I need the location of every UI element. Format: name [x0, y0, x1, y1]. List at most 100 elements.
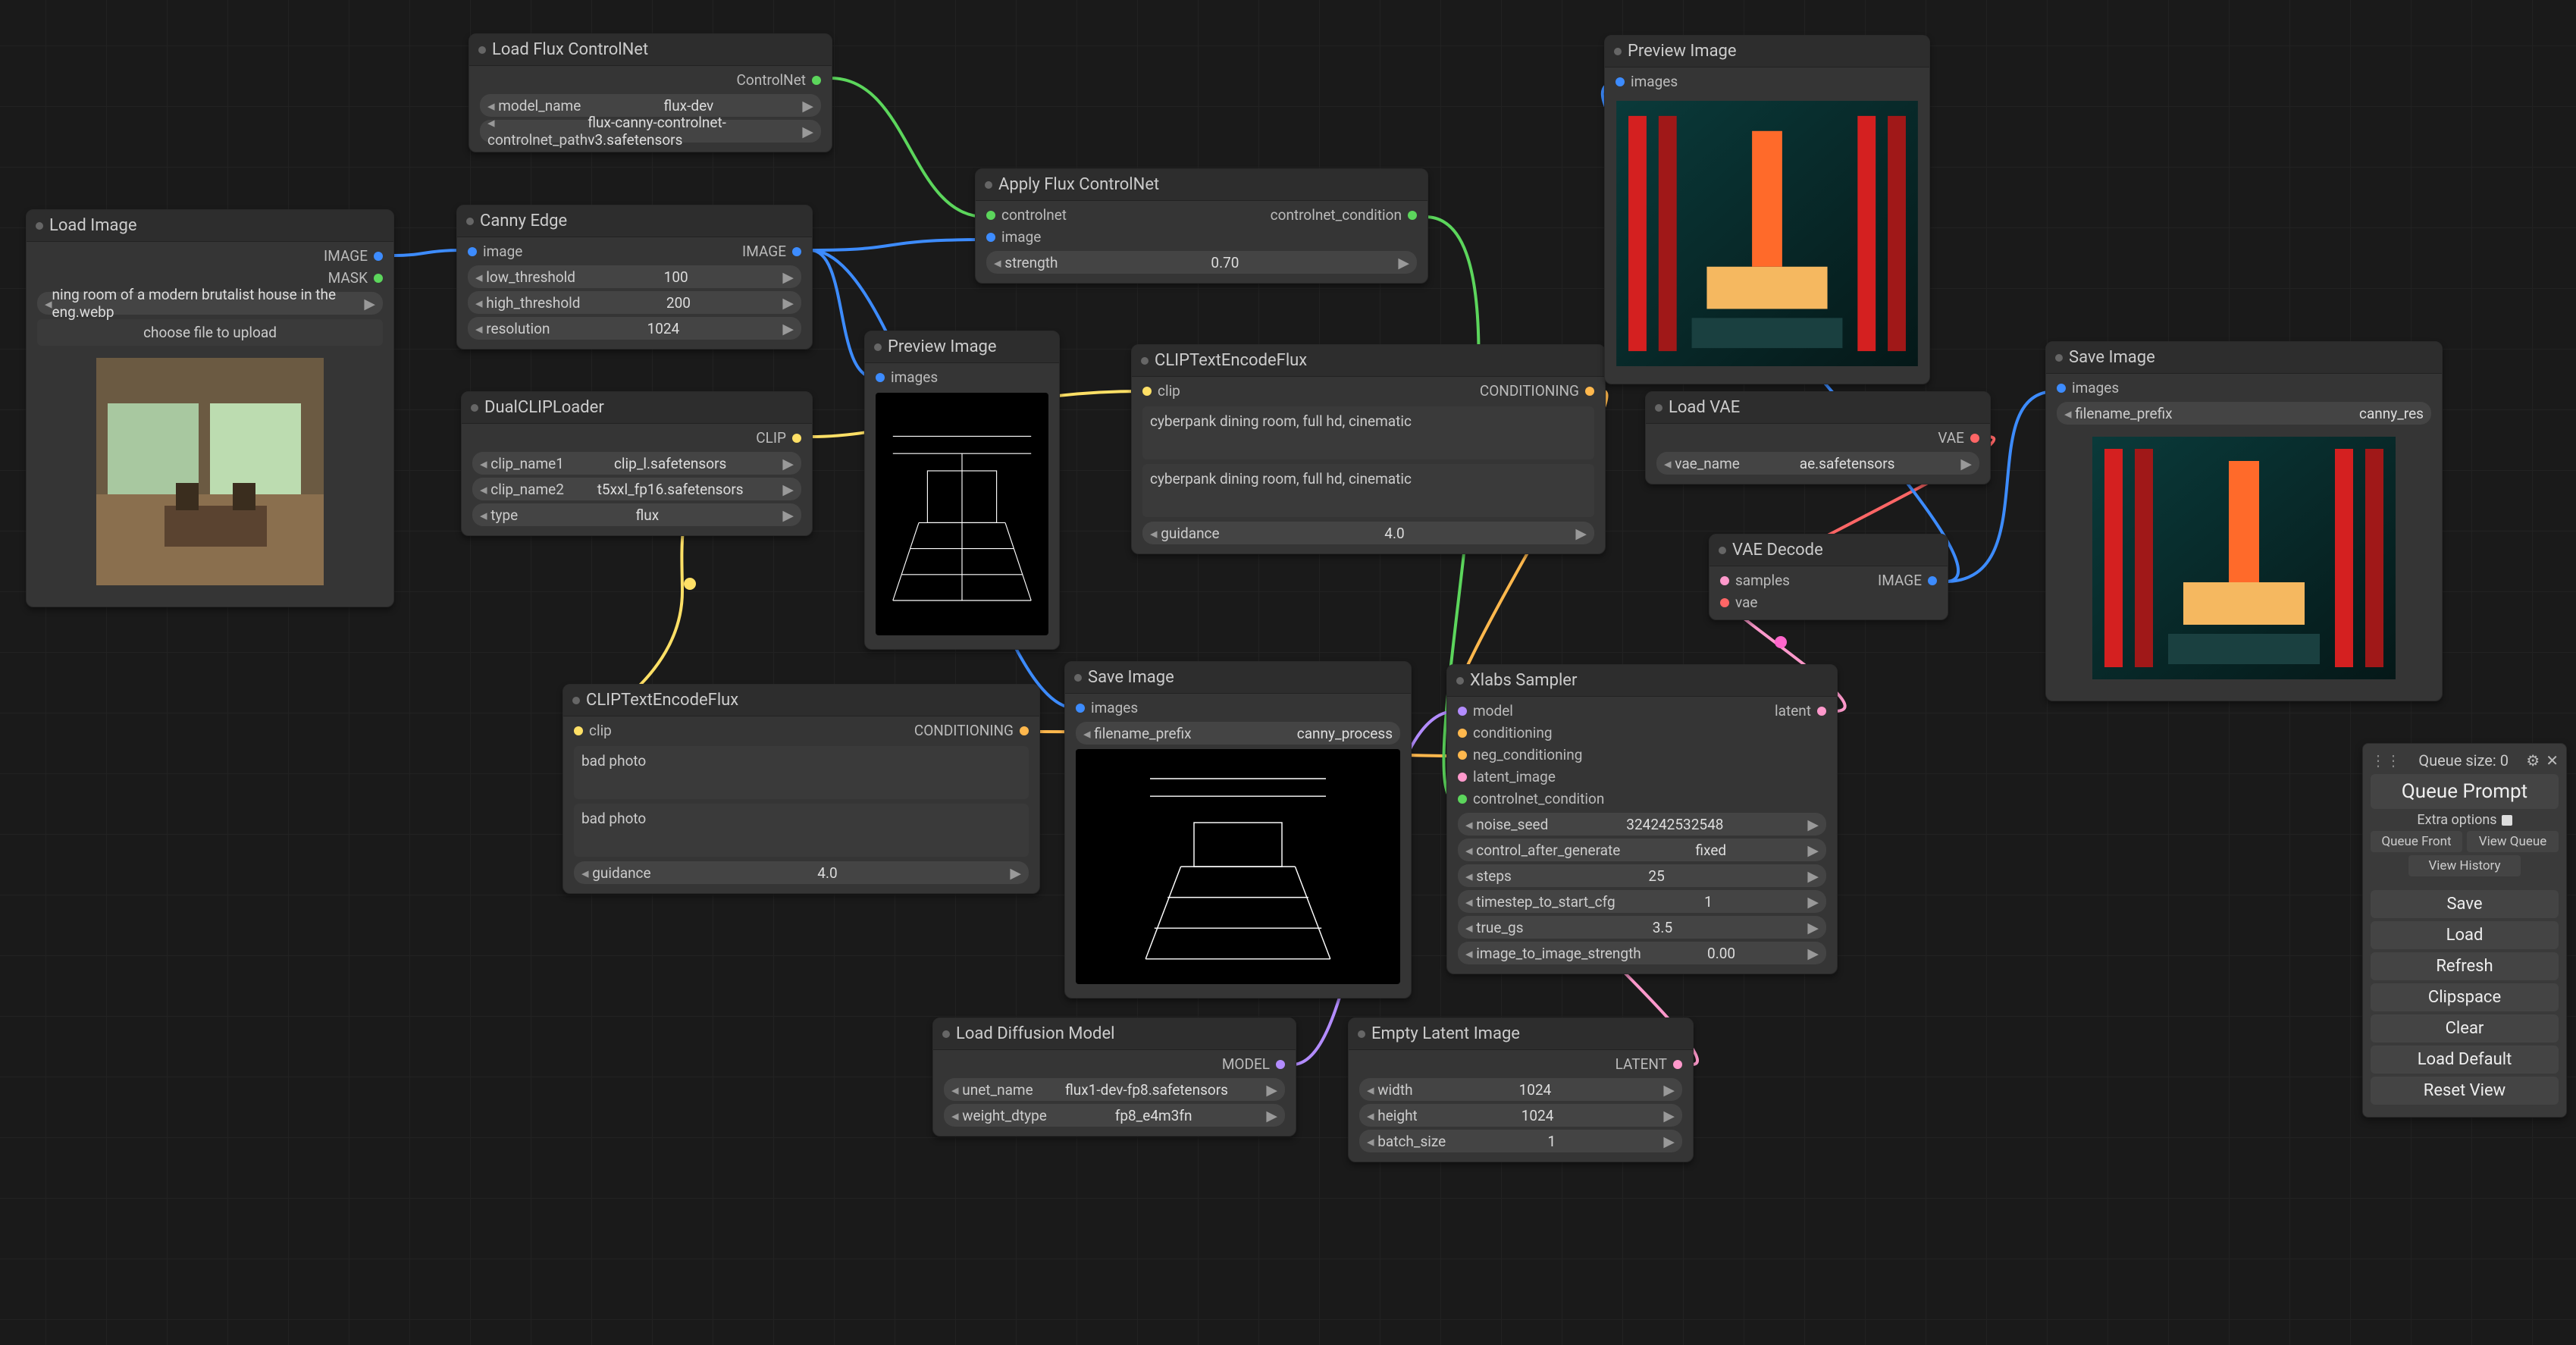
- widget-width[interactable]: width1024▶: [1359, 1078, 1682, 1101]
- clear-button[interactable]: Clear: [2371, 1014, 2559, 1042]
- widget-timestep-start[interactable]: timestep_to_start_cfg1▶: [1458, 890, 1826, 913]
- node-header[interactable]: CLIPTextEncodeFlux: [563, 685, 1039, 716]
- close-icon[interactable]: ✕: [2546, 751, 2559, 770]
- gear-icon[interactable]: ⚙: [2526, 751, 2540, 770]
- node-header[interactable]: Empty Latent Image: [1349, 1018, 1693, 1050]
- widget-weight-dtype[interactable]: weight_dtypefp8_e4m3fn▶: [944, 1104, 1285, 1127]
- node-header[interactable]: Preview Image: [1605, 36, 1929, 67]
- port-output-image[interactable]: [374, 252, 383, 261]
- port-output-image[interactable]: [1928, 576, 1937, 585]
- node-header[interactable]: Save Image: [2046, 342, 2442, 374]
- node-header[interactable]: Save Image: [1065, 662, 1411, 694]
- node-header[interactable]: Xlabs Sampler: [1447, 665, 1837, 697]
- node-header[interactable]: Load Flux ControlNet: [469, 34, 832, 66]
- node-save-image-canny[interactable]: Save Image images filename_prefixcanny_p…: [1064, 661, 1412, 999]
- widget-steps[interactable]: steps25▶: [1458, 864, 1826, 887]
- port-input-vae[interactable]: [1720, 598, 1729, 607]
- node-vae-decode[interactable]: VAE Decode samplesIMAGE vae: [1709, 534, 1948, 620]
- widget-true-gs[interactable]: true_gs3.5▶: [1458, 916, 1826, 939]
- widget-type[interactable]: typeflux▶: [472, 503, 801, 526]
- node-load-flux-controlnet[interactable]: Load Flux ControlNet ControlNet model_na…: [469, 33, 832, 152]
- widget-vae-name[interactable]: vae_nameae.safetensors▶: [1656, 452, 1979, 475]
- port-output-image[interactable]: [792, 247, 801, 256]
- upload-button[interactable]: choose file to upload: [37, 319, 383, 346]
- widget-resolution[interactable]: resolution1024▶: [468, 317, 801, 340]
- port-input-samples[interactable]: [1720, 576, 1729, 585]
- refresh-button[interactable]: Refresh: [2371, 952, 2559, 980]
- reset-view-button[interactable]: Reset View: [2371, 1077, 2559, 1105]
- widget-guidance[interactable]: guidance4.0▶: [1142, 522, 1594, 544]
- node-load-diffusion-model[interactable]: Load Diffusion Model MODEL unet_nameflux…: [932, 1017, 1296, 1137]
- port-output-conditioning[interactable]: [1585, 387, 1594, 396]
- widget-guidance[interactable]: guidance4.0▶: [574, 861, 1029, 884]
- text-neg-2[interactable]: bad photo: [574, 804, 1029, 857]
- node-xlabs-sampler[interactable]: Xlabs Sampler modellatent conditioning n…: [1446, 664, 1838, 974]
- widget-i2i-strength[interactable]: image_to_image_strength0.00▶: [1458, 942, 1826, 964]
- port-input-model[interactable]: [1458, 707, 1467, 716]
- port-input-images[interactable]: [2057, 384, 2066, 393]
- port-output-conditioning[interactable]: [1020, 726, 1029, 735]
- extra-options-checkbox[interactable]: [2502, 815, 2512, 826]
- widget-controlnet-path[interactable]: controlnet_pathflux-canny-controlnet-v3.…: [480, 120, 821, 143]
- view-history-button[interactable]: View History: [2408, 855, 2521, 876]
- widget-filename-prefix[interactable]: filename_prefixcanny_res: [2057, 402, 2431, 425]
- node-header[interactable]: Load Diffusion Model: [933, 1018, 1296, 1050]
- clipspace-button[interactable]: Clipspace: [2371, 983, 2559, 1011]
- node-clip-text-encode-neg[interactable]: CLIPTextEncodeFlux clipCONDITIONING bad …: [563, 684, 1040, 894]
- queue-prompt-button[interactable]: Queue Prompt: [2371, 774, 2559, 809]
- node-load-image[interactable]: Load Image IMAGE MASK ning room of a mod…: [26, 209, 394, 607]
- widget-strength[interactable]: strength0.70▶: [986, 251, 1417, 274]
- node-header[interactable]: Canny Edge: [457, 205, 812, 237]
- text-prompt-1[interactable]: cyberpank dining room, full hd, cinemati…: [1142, 406, 1594, 459]
- node-save-image-result[interactable]: Save Image images filename_prefixcanny_r…: [2045, 341, 2443, 701]
- widget-noise-seed[interactable]: noise_seed324242532548▶: [1458, 813, 1826, 836]
- port-input-controlnet-condition[interactable]: [1458, 795, 1467, 804]
- widget-file[interactable]: ning room of a modern brutalist house in…: [37, 292, 383, 315]
- save-button[interactable]: Save: [2371, 890, 2559, 918]
- control-panel[interactable]: ⋮⋮ Queue size: 0 ⚙ ✕ Queue Prompt Extra …: [2362, 743, 2567, 1118]
- widget-unet-name[interactable]: unet_nameflux1-dev-fp8.safetensors▶: [944, 1078, 1285, 1101]
- node-load-vae[interactable]: Load VAE VAE vae_nameae.safetensors▶: [1645, 391, 1991, 484]
- port-output-latent[interactable]: [1817, 707, 1826, 716]
- text-neg-1[interactable]: bad photo: [574, 746, 1029, 799]
- port-output-mask[interactable]: [374, 274, 383, 283]
- node-preview-image-canny[interactable]: Preview Image images: [864, 331, 1060, 650]
- port-output-condition[interactable]: [1408, 211, 1417, 220]
- port-output-clip[interactable]: [792, 434, 801, 443]
- node-header[interactable]: Preview Image: [865, 331, 1059, 363]
- node-header[interactable]: VAE Decode: [1709, 535, 1948, 566]
- widget-height[interactable]: height1024▶: [1359, 1104, 1682, 1127]
- widget-filename-prefix[interactable]: filename_prefixcanny_process: [1076, 722, 1400, 745]
- port-input-latent[interactable]: [1458, 773, 1467, 782]
- node-clip-text-encode-pos[interactable]: CLIPTextEncodeFlux clipCONDITIONING cybe…: [1131, 344, 1606, 554]
- node-header[interactable]: Load Image: [27, 210, 393, 242]
- widget-clip-name1[interactable]: clip_name1clip_l.safetensors▶: [472, 452, 801, 475]
- node-canny-edge[interactable]: Canny Edge imageIMAGE low_threshold100▶ …: [456, 205, 813, 350]
- widget-high-threshold[interactable]: high_threshold200▶: [468, 291, 801, 314]
- widget-batch-size[interactable]: batch_size1▶: [1359, 1130, 1682, 1152]
- node-header[interactable]: DualCLIPLoader: [462, 392, 812, 424]
- port-input-image[interactable]: [986, 233, 995, 242]
- drag-handle-icon[interactable]: ⋮⋮: [2371, 751, 2401, 770]
- port-input-neg-conditioning[interactable]: [1458, 751, 1467, 760]
- load-default-button[interactable]: Load Default: [2371, 1046, 2559, 1074]
- node-header[interactable]: Load VAE: [1646, 392, 1990, 424]
- port-output-model[interactable]: [1276, 1060, 1285, 1069]
- port-output-latent[interactable]: [1673, 1060, 1682, 1069]
- widget-clip-name2[interactable]: clip_name2t5xxl_fp16.safetensors▶: [472, 478, 801, 500]
- port-input-clip[interactable]: [1142, 387, 1152, 396]
- widget-low-threshold[interactable]: low_threshold100▶: [468, 265, 801, 288]
- node-preview-image-result[interactable]: Preview Image images: [1604, 35, 1930, 384]
- node-canvas[interactable]: Load Image IMAGE MASK ning room of a mod…: [0, 0, 2576, 1345]
- port-output-controlnet[interactable]: [812, 76, 821, 85]
- node-dual-clip-loader[interactable]: DualCLIPLoader CLIP clip_name1clip_l.saf…: [461, 391, 813, 536]
- view-queue-button[interactable]: View Queue: [2467, 831, 2559, 852]
- load-button[interactable]: Load: [2371, 921, 2559, 949]
- node-header[interactable]: Apply Flux ControlNet: [976, 169, 1427, 201]
- node-apply-flux-controlnet[interactable]: Apply Flux ControlNet controlnetcontroln…: [975, 168, 1428, 284]
- node-empty-latent-image[interactable]: Empty Latent Image LATENT width1024▶ hei…: [1348, 1017, 1694, 1162]
- port-input-controlnet[interactable]: [986, 211, 995, 220]
- port-input-clip[interactable]: [574, 726, 583, 735]
- text-prompt-2[interactable]: cyberpank dining room, full hd, cinemati…: [1142, 464, 1594, 517]
- port-input-conditioning[interactable]: [1458, 729, 1467, 738]
